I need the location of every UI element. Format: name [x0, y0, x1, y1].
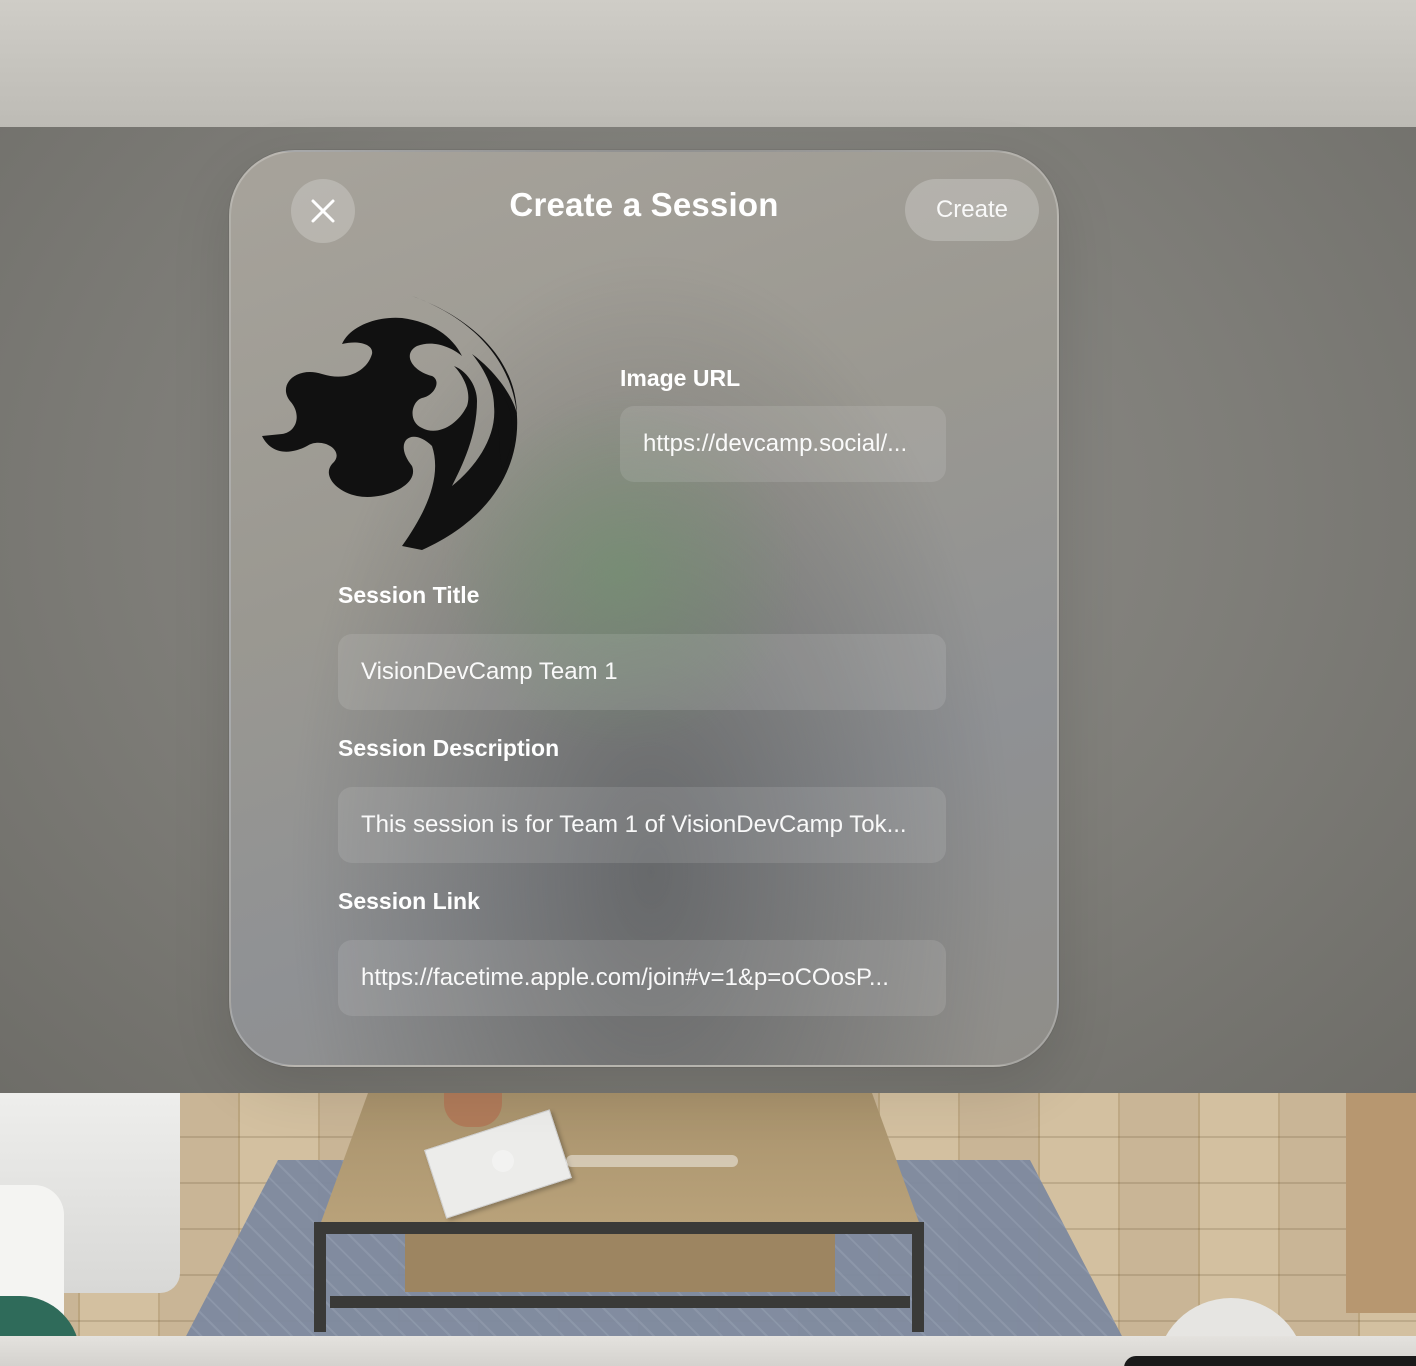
session-description-field[interactable]: This session is for Team 1 of VisionDevC… [338, 787, 946, 863]
wood-cabinet [1346, 1093, 1416, 1313]
image-url-label: Image URL [620, 365, 741, 391]
session-title-field[interactable]: VisionDevCamp Team 1 [338, 634, 946, 710]
session-description-label: Session Description [338, 735, 560, 761]
create-session-window: Create a Session Create Image URL https:… [229, 150, 1059, 1067]
session-link-field[interactable]: https://facetime.apple.com/join#v=1&p=oC… [338, 940, 946, 1016]
window-grabber[interactable] [566, 1155, 738, 1167]
create-button[interactable]: Create [905, 179, 1039, 241]
dark-object [1124, 1356, 1416, 1366]
ceiling [0, 0, 1416, 127]
session-avatar-image[interactable] [262, 296, 524, 552]
session-title-label: Session Title [338, 582, 480, 608]
image-url-field[interactable]: https://devcamp.social/... [620, 406, 946, 482]
window-close-dot[interactable] [492, 1150, 514, 1172]
coffee-table-rail [330, 1296, 910, 1308]
session-link-label: Session Link [338, 888, 480, 914]
coffee-table-frame [314, 1222, 924, 1332]
